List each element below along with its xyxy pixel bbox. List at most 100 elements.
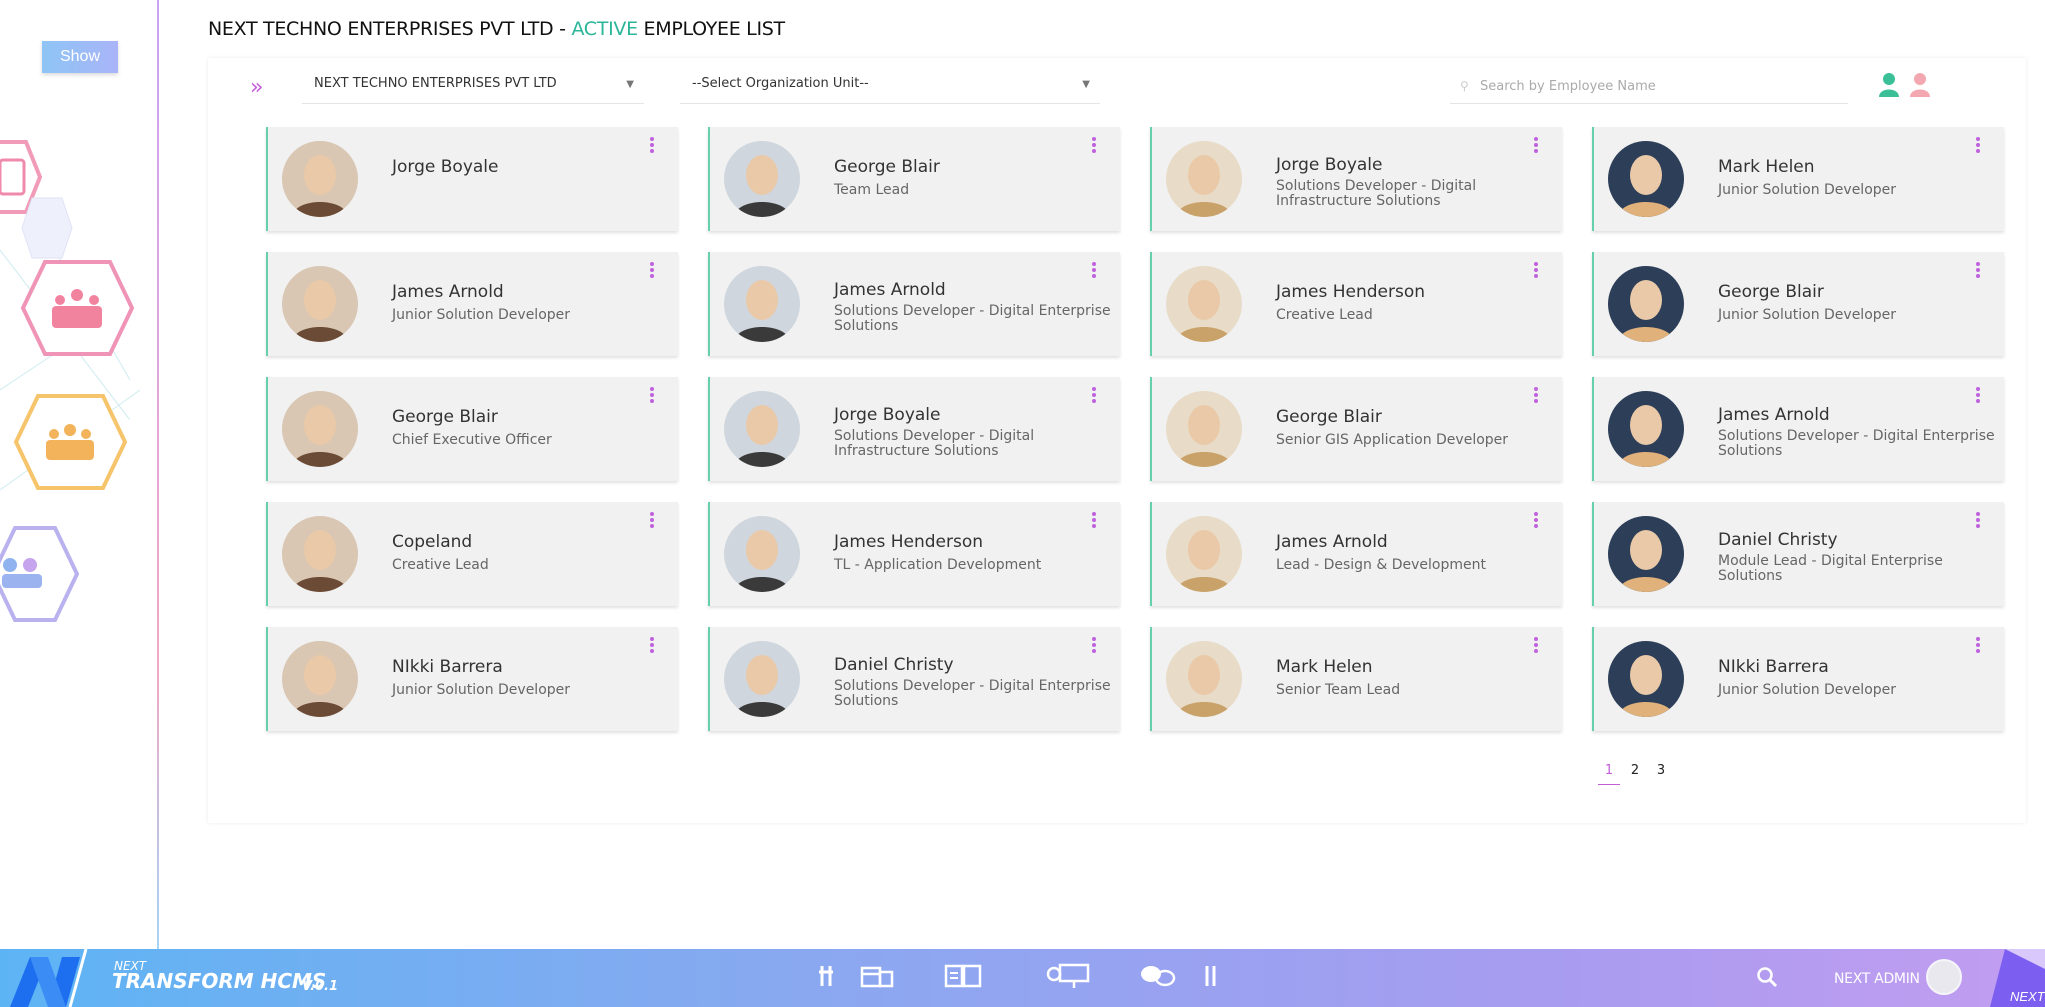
employee-card[interactable]: James Arnold Junior Solution Developer [266, 252, 678, 356]
chat-icon[interactable] [1140, 962, 1176, 990]
employee-card[interactable]: Daniel Christy Solutions Developer - Digi… [708, 627, 1120, 731]
show-button[interactable]: Show [42, 41, 118, 73]
employee-card[interactable]: George Blair Senior GIS Application Devel… [1150, 377, 1562, 481]
employee-card[interactable]: Daniel Christy Module Lead - Digital Ente… [1592, 502, 2004, 606]
corner-badge: NEXT [1990, 949, 2045, 1007]
kebab-menu-icon[interactable] [1092, 262, 1098, 278]
module-hex-menu [0, 140, 141, 622]
employee-role: Junior Solution Developer [392, 682, 571, 698]
kebab-menu-icon[interactable] [1092, 512, 1098, 528]
employee-role: TL - Application Development [834, 557, 1042, 573]
kebab-menu-icon[interactable] [650, 637, 656, 653]
employee-name: NIkki Barrera [1718, 657, 1829, 677]
title-separator: - [553, 18, 572, 40]
page-3[interactable]: 3 [1650, 763, 1672, 785]
employee-avatar [1166, 391, 1242, 467]
kebab-menu-icon[interactable] [1976, 262, 1982, 278]
page-1[interactable]: 1 [1598, 763, 1620, 785]
kebab-menu-icon[interactable] [1976, 512, 1982, 528]
kebab-menu-icon[interactable] [1534, 637, 1540, 653]
employee-role: Solutions Developer - Digital Enterprise… [834, 678, 1111, 709]
kebab-menu-icon[interactable] [1534, 137, 1540, 153]
inactive-employee-icon[interactable] [1909, 72, 1931, 98]
corner-label: NEXT [2010, 989, 2045, 1004]
kebab-menu-icon[interactable] [1092, 387, 1098, 403]
kebab-menu-icon[interactable] [1976, 387, 1982, 403]
employee-avatar [724, 391, 800, 467]
brand-logo [10, 949, 88, 1007]
employee-card[interactable]: NIkki Barrera Junior Solution Developer [266, 627, 678, 731]
settings-icon[interactable] [1202, 962, 1220, 990]
employee-role: Junior Solution Developer [392, 307, 571, 323]
employee-card[interactable]: Mark Helen Senior Team Lead [1150, 627, 1562, 731]
org-unit-select[interactable]: --Select Organization Unit-- ▼ [680, 72, 1100, 104]
active-employee-icon[interactable] [1878, 72, 1900, 98]
employee-card[interactable]: James Arnold Lead - Design & Development [1150, 502, 1562, 606]
employee-name: James Henderson [1276, 282, 1425, 302]
kebab-menu-icon[interactable] [650, 262, 656, 278]
attendance-hex-icon[interactable] [13, 394, 128, 490]
employee-card[interactable]: Jorge Boyale [266, 127, 678, 231]
kebab-menu-icon[interactable] [650, 512, 656, 528]
employee-card[interactable]: James Henderson Creative Lead [1150, 252, 1562, 356]
employee-role: Creative Lead [1276, 307, 1373, 323]
employee-avatar [724, 516, 800, 592]
employees-hex-icon[interactable] [0, 526, 80, 622]
employee-role: Chief Executive Officer [392, 432, 552, 448]
employee-avatar [282, 391, 358, 467]
kebab-menu-icon[interactable] [1092, 637, 1098, 653]
employee-role: Creative Lead [392, 557, 489, 573]
title-active: ACTIVE [571, 18, 638, 40]
employee-avatar [1608, 641, 1684, 717]
page-title: NEXT TECHNO ENTERPRISES PVT LTD - ACTIVE… [208, 18, 785, 40]
search-placeholder: Search by Employee Name [1480, 79, 1656, 94]
title-rest: EMPLOYEE LIST [637, 18, 786, 40]
employee-card[interactable]: George Blair Chief Executive Officer [266, 377, 678, 481]
kebab-menu-icon[interactable] [1976, 637, 1982, 653]
employee-role: Senior GIS Application Developer [1276, 432, 1509, 448]
tools-icon[interactable] [816, 962, 838, 990]
employee-card[interactable]: Jorge Boyale Solutions Developer - Digita… [708, 377, 1120, 481]
kebab-menu-icon[interactable] [1534, 262, 1540, 278]
employee-card[interactable]: NIkki Barrera Junior Solution Developer [1592, 627, 2004, 731]
presentation-icon[interactable] [1046, 962, 1092, 990]
employee-name: Jorge Boyale [392, 157, 499, 177]
employee-card[interactable]: Mark Helen Junior Solution Developer [1592, 127, 2004, 231]
kebab-menu-icon[interactable] [1534, 387, 1540, 403]
employee-card[interactable]: George Blair Junior Solution Developer [1592, 252, 2004, 356]
employee-card[interactable]: James Henderson TL - Application Developm… [708, 502, 1120, 606]
employee-role: Module Lead - Digital Enterprise Solutio… [1718, 553, 1943, 584]
footer-bar: NEXT TRANSFORM HCMS V.0.1 NEXT ADMIN NEX… [0, 949, 2045, 1007]
calendar-icon[interactable] [860, 962, 894, 990]
employee-name: George Blair [1276, 407, 1382, 427]
employee-card[interactable]: Copeland Creative Lead [266, 502, 678, 606]
admin-name[interactable]: NEXT ADMIN [1834, 971, 1920, 987]
employee-name: James Henderson [834, 532, 983, 552]
kebab-menu-icon[interactable] [650, 387, 656, 403]
employee-role: Solutions Developer - Digital Enterprise… [834, 303, 1111, 334]
kebab-menu-icon[interactable] [1092, 137, 1098, 153]
expand-chevrons-icon[interactable]: » [250, 75, 263, 100]
employee-role: Junior Solution Developer [1718, 182, 1897, 198]
kebab-menu-icon[interactable] [650, 137, 656, 153]
admin-avatar[interactable] [1926, 959, 1962, 995]
company-select[interactable]: NEXT TECHNO ENTERPRISES PVT LTD ▼ [302, 72, 644, 104]
employee-search-input[interactable]: ⚲ Search by Employee Name [1450, 74, 1848, 104]
documents-icon[interactable] [944, 962, 984, 990]
employee-name: Jorge Boyale [1276, 155, 1383, 175]
employee-name: Daniel Christy [1718, 530, 1838, 550]
employee-avatar [1166, 141, 1242, 217]
employee-card[interactable]: James Arnold Solutions Developer - Digita… [1592, 377, 2004, 481]
brand-version: V.0.1 [302, 979, 339, 994]
kebab-menu-icon[interactable] [1534, 512, 1540, 528]
employee-avatar [1608, 391, 1684, 467]
employee-avatar [1608, 141, 1684, 217]
employee-card[interactable]: Jorge Boyale Solutions Developer - Digita… [1150, 127, 1562, 231]
team-hex-icon[interactable] [20, 260, 135, 356]
employee-card[interactable]: George Blair Team Lead [708, 127, 1120, 231]
org-select-value: --Select Organization Unit-- [692, 76, 869, 91]
kebab-menu-icon[interactable] [1976, 137, 1982, 153]
page-2[interactable]: 2 [1624, 763, 1646, 785]
employee-card[interactable]: James Arnold Solutions Developer - Digita… [708, 252, 1120, 356]
search-icon[interactable] [1756, 966, 1778, 988]
